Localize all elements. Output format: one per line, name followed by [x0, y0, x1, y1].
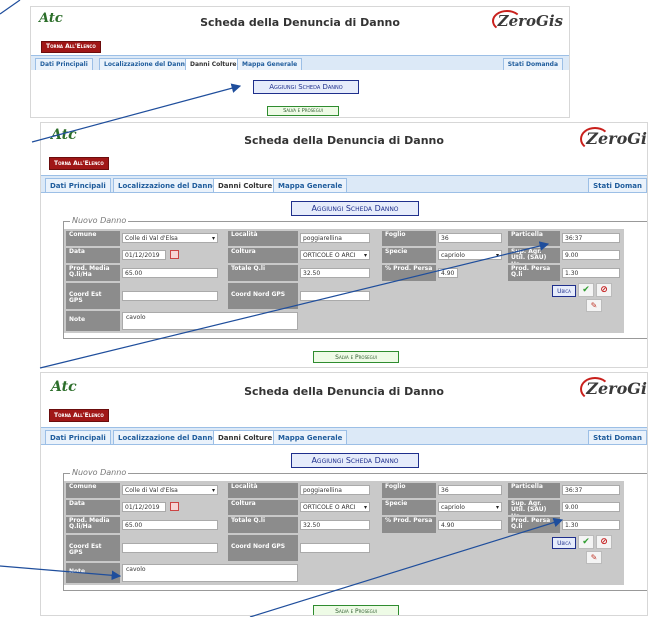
arrow-top-left	[0, 0, 21, 15]
annotation-arrows	[0, 0, 564, 617]
arrow-to-add-button	[31, 83, 242, 143]
arrow-to-particella	[39, 241, 550, 369]
arrow-to-ubica	[249, 517, 564, 617]
arrow-to-note	[0, 565, 122, 581]
